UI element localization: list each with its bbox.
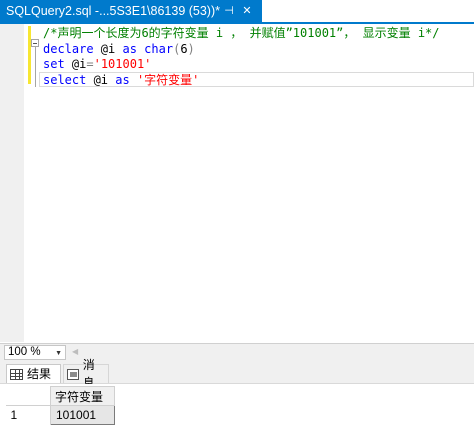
close-icon[interactable]: ✕ [240,3,254,19]
code-token: @i [86,72,116,87]
code-token: @i [64,57,87,71]
tab-messages[interactable]: 消息 [63,358,109,390]
code-token: 6 [180,41,188,56]
table-row[interactable]: 1 101001 [6,405,115,425]
horizontal-scrollbar[interactable] [82,346,470,359]
dropdown-arrow-icon[interactable]: ▼ [55,347,62,360]
query-editor[interactable]: /*声明一个长度为6的字符变量 i ， 并赋值”101001”， 显示变量 i*… [0,24,474,342]
row-number[interactable]: 1 [6,405,51,425]
code-token: as [122,41,137,56]
code-token: as [115,72,130,87]
code-token: = [86,57,94,71]
editor-status-strip: 100 % ▼ ◀ [0,343,474,361]
code-token: declare [43,41,94,56]
grid-icon [10,368,23,380]
tab-results[interactable]: 结果 [6,364,61,383]
code-line[interactable]: set @i='101001' [43,57,440,73]
scroll-left-icon[interactable]: ◀ [72,347,78,356]
result-cell[interactable]: 101001 [50,405,115,425]
code-token: ) [187,41,195,56]
code-token: select [43,72,87,87]
document-tab-bar: SQLQuery2.sql -...5S3E1\86139 (53))* ⊣ ✕ [0,0,474,22]
indicator-margin [0,24,24,342]
outline-line [35,43,36,87]
collapse-icon[interactable] [31,39,39,47]
message-icon [67,368,79,380]
code-token: set [43,57,65,71]
code-line[interactable]: /*声明一个长度为6的字符变量 i ， 并赋值”101001”， 显示变量 i*… [43,26,440,42]
change-tracking-bar [28,26,31,84]
code-token: /*声明一个长度为6的字符变量 i ， 并赋值”101001”， 显示变量 i*… [43,26,440,40]
code-token: '字符变量' [136,72,200,87]
code-token: @i [93,41,123,56]
tab-results-label: 结果 [27,367,52,381]
code-token: '101001' [93,57,152,71]
code-line[interactable]: declare @i as char(6) [43,42,440,58]
code-line[interactable]: select @i as '字符变量' [43,73,440,89]
code-text[interactable]: /*声明一个长度为6的字符变量 i ， 并赋值”101001”， 显示变量 i*… [43,26,440,88]
tab-sqlquery2[interactable]: SQLQuery2.sql -...5S3E1\86139 (53))* ⊣ ✕ [0,0,262,22]
results-tab-bar: 结果 消息 [0,358,474,390]
zoom-value: 100 % [8,346,41,358]
column-header[interactable]: 字符变量 [50,386,115,406]
grid-corner[interactable] [6,386,51,406]
results-grid: 字符变量 1 101001 [6,386,115,425]
code-token: char [144,41,174,56]
zoom-select[interactable]: 100 % ▼ [4,345,66,360]
tab-title: SQLQuery2.sql -...5S3E1\86139 (53))* [6,4,221,18]
pin-icon[interactable]: ⊣ [222,3,236,19]
results-pane: 字符变量 1 101001 [0,384,474,438]
